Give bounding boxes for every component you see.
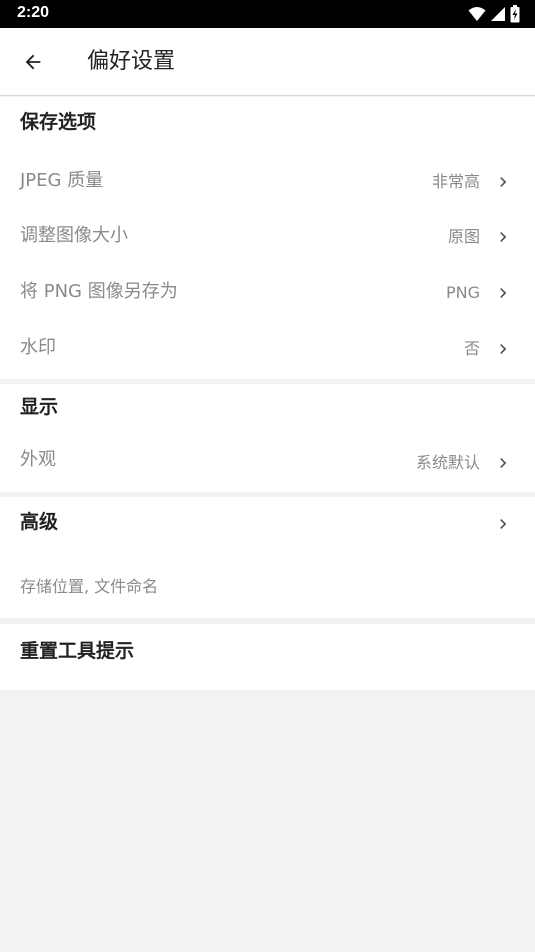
chevron-right-icon — [500, 344, 507, 354]
resize-image-row[interactable]: 调整图像大小 原图 — [0, 212, 535, 262]
jpeg-quality-value: 非常高 — [431, 172, 480, 191]
appearance-value: 系统默认 — [415, 453, 480, 472]
png-save-as-value: PNG — [445, 283, 480, 302]
wifi-icon — [468, 7, 486, 21]
status-icons — [468, 5, 520, 23]
resize-image-label: 调整图像大小 — [20, 225, 128, 246]
chevron-right-icon — [500, 177, 507, 187]
resize-image-value: 原图 — [447, 227, 480, 246]
advanced-header: 高级 — [20, 511, 59, 533]
jpeg-quality-row[interactable]: JPEG 质量 非常高 — [0, 157, 535, 207]
advanced-section[interactable]: 高级 存储位置, 文件命名 — [0, 497, 535, 618]
advanced-summary: 存储位置, 文件命名 — [20, 577, 159, 596]
arrow-back-icon — [25, 54, 41, 70]
reset-tooltips-row[interactable]: 重置工具提示 — [0, 624, 535, 690]
chevron-right-icon — [500, 519, 507, 529]
page-title: 偏好设置 — [87, 49, 176, 74]
appearance-label: 外观 — [20, 449, 56, 470]
jpeg-quality-label: JPEG 质量 — [20, 170, 104, 191]
png-save-as-label: 将 PNG 图像另存为 — [20, 281, 178, 302]
save-options-header: 保存选项 — [20, 111, 97, 133]
chevron-right-icon — [500, 288, 507, 298]
watermark-label: 水印 — [20, 337, 56, 358]
status-time: 2:20 — [17, 4, 50, 21]
back-button[interactable] — [14, 43, 52, 81]
watermark-row[interactable]: 水印 否 — [0, 324, 535, 374]
app-bar: 偏好设置 — [0, 28, 535, 96]
display-header: 显示 — [20, 396, 59, 418]
save-options-section: 保存选项 JPEG 质量 非常高 调整图像大小 原图 将 PNG 图像另存为 P… — [0, 97, 535, 379]
display-section: 显示 外观 系统默认 — [0, 384, 535, 492]
reset-tooltips-label: 重置工具提示 — [20, 640, 135, 662]
status-bar: 2:20 — [0, 0, 535, 28]
chevron-right-icon — [500, 458, 507, 468]
chevron-right-icon — [500, 232, 507, 242]
battery-charging-icon — [510, 5, 520, 23]
watermark-value: 否 — [463, 339, 480, 358]
png-save-as-row[interactable]: 将 PNG 图像另存为 PNG — [0, 268, 535, 318]
cellular-signal-icon — [491, 7, 505, 21]
appearance-row[interactable]: 外观 系统默认 — [0, 438, 535, 488]
